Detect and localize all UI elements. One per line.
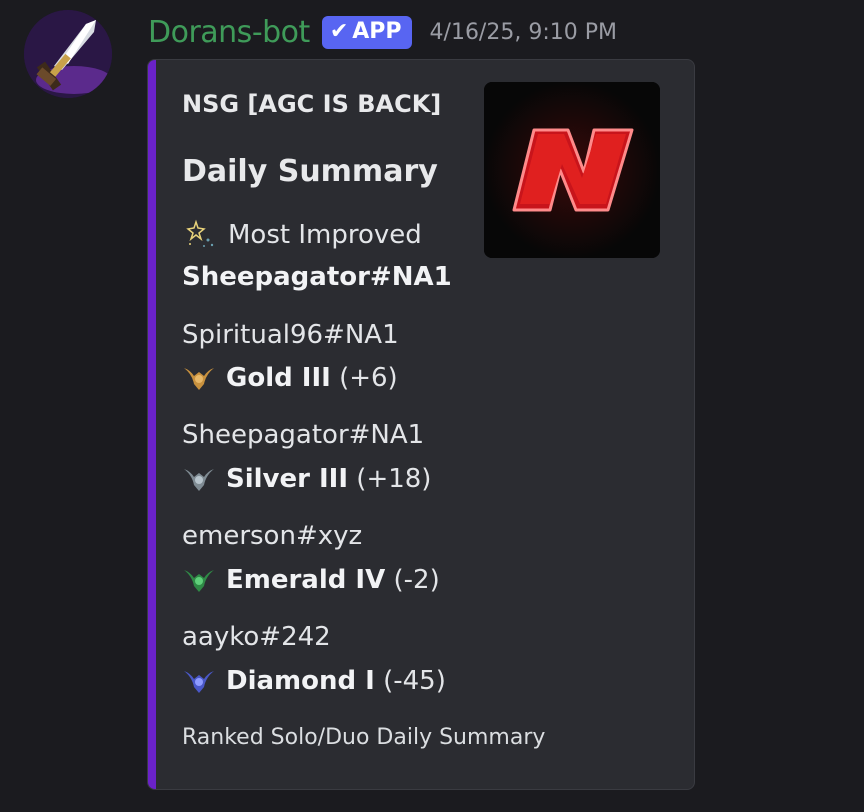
message-timestamp[interactable]: 4/16/25, 9:10 PM xyxy=(430,20,617,45)
sword-icon xyxy=(24,10,112,98)
player-name: aayko#242 xyxy=(182,622,331,652)
lp-delta: (+18) xyxy=(356,464,432,494)
bot-avatar[interactable] xyxy=(24,10,112,98)
embed-thumbnail[interactable] xyxy=(484,82,660,258)
most-improved-label-row: Most Improved xyxy=(182,218,422,252)
rank-label: Gold III xyxy=(226,363,331,393)
rank-row: Emerald IV (-2) xyxy=(182,565,440,595)
rank-row: Gold III (+6) xyxy=(182,363,398,393)
embed-footer: Ranked Solo/Duo Daily Summary xyxy=(182,725,546,750)
embed-accent-bar xyxy=(148,60,156,789)
gold-rank-icon xyxy=(184,368,214,390)
rank-label: Emerald IV xyxy=(226,565,386,595)
most-improved-label: Most Improved xyxy=(228,220,422,250)
check-icon: ✔ xyxy=(329,19,349,44)
embed-author: NSG [AGC IS BACK] xyxy=(182,90,442,118)
lp-delta: (-2) xyxy=(393,565,440,595)
sparkle-icon xyxy=(186,219,214,247)
rank-label: Silver III xyxy=(226,464,349,494)
rank-row: Silver III (+18) xyxy=(182,464,431,494)
team-logo-icon xyxy=(484,82,660,258)
emerald-rank-icon xyxy=(184,570,214,592)
most-improved-player: Sheepagator#NA1 xyxy=(182,262,452,292)
app-badge-label: APP xyxy=(352,19,402,44)
rank-label: Diamond I xyxy=(226,666,375,696)
diamond-rank-icon xyxy=(184,671,214,693)
embed-card: NSG [AGC IS BACK] Daily Summary Most Imp… xyxy=(147,59,695,790)
player-name: emerson#xyz xyxy=(182,521,363,551)
lp-delta: (-45) xyxy=(383,666,446,696)
player-name: Spiritual96#NA1 xyxy=(182,320,399,350)
app-badge: ✔ APP xyxy=(321,15,412,49)
silver-rank-icon xyxy=(184,469,214,491)
player-name: Sheepagator#NA1 xyxy=(182,420,425,450)
bot-username[interactable]: Dorans-bot xyxy=(148,15,310,50)
embed-title: Daily Summary xyxy=(182,154,438,189)
lp-delta: (+6) xyxy=(339,363,398,393)
rank-row: Diamond I (-45) xyxy=(182,666,446,696)
